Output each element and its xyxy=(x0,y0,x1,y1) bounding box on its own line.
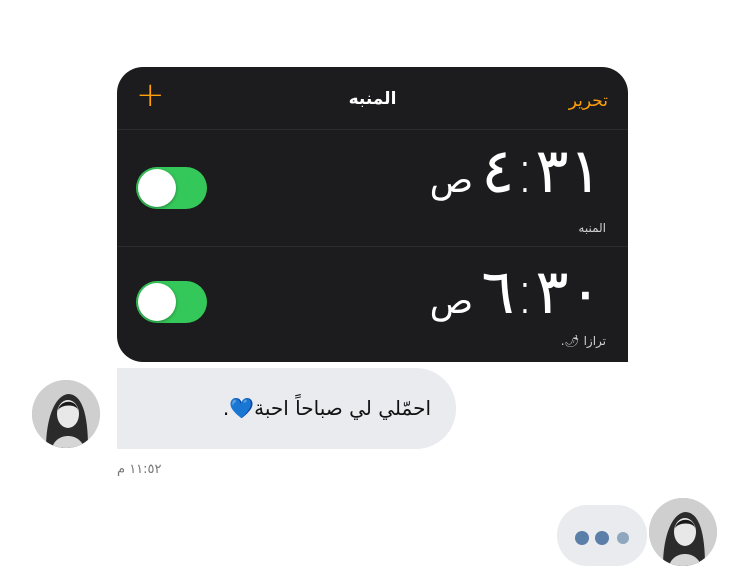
alarm-label: المنبه xyxy=(578,221,606,235)
alarm-time-digits: ٦:٣٠ xyxy=(481,255,602,328)
avatar[interactable] xyxy=(649,498,717,566)
alarm-toggle xyxy=(136,167,207,209)
alarm-screenshot-image: + المنبه تحرير ٤:٣١ص المنبه ٦:٣٠ص ترازا … xyxy=(117,67,628,362)
typing-dot xyxy=(595,531,609,545)
blue-heart-icon: 💙 xyxy=(229,396,255,420)
edit-button: تحرير xyxy=(568,91,608,111)
alarm-period: ص xyxy=(429,281,474,322)
alarm-row: ٦:٣٠ص ترازا 🌶. xyxy=(117,247,628,362)
alarm-period: ص xyxy=(429,160,474,201)
alarm-time: ٦:٣٠ص xyxy=(430,261,602,333)
toggle-knob xyxy=(138,169,176,207)
avatar[interactable] xyxy=(32,380,100,448)
alarm-title: المنبه xyxy=(348,89,397,109)
alarm-row: ٤:٣١ص المنبه xyxy=(117,130,628,247)
message-text: احمّلي لي صباحاً احبة💙. xyxy=(223,396,431,420)
alarm-label: ترازا 🌶. xyxy=(560,334,606,348)
alarm-header: + المنبه تحرير xyxy=(117,67,628,130)
alarm-time: ٤:٣١ص xyxy=(430,140,602,212)
avatar-photo-icon xyxy=(32,380,100,448)
typing-dot xyxy=(617,532,629,544)
message-body: احمّلي لي صباحاً احبة xyxy=(254,396,431,420)
typing-indicator xyxy=(557,505,647,566)
typing-dot xyxy=(575,531,589,545)
alarm-toggle xyxy=(136,281,207,323)
alarm-time-digits: ٤:٣١ xyxy=(481,134,602,207)
toggle-knob xyxy=(138,283,176,321)
message-timestamp: ١١:٥٢ م xyxy=(117,462,162,477)
message-bubble[interactable]: احمّلي لي صباحاً احبة💙. xyxy=(117,368,456,449)
avatar-photo-icon xyxy=(649,498,717,566)
